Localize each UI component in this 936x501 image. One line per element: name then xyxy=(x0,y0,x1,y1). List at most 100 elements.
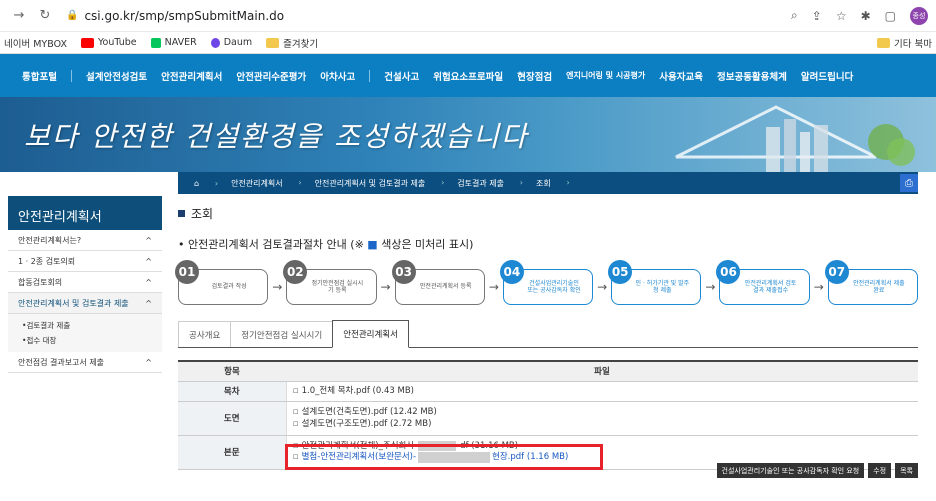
building-illustration xyxy=(675,105,915,172)
sidebar-item[interactable]: 합동검토회의 ^ xyxy=(8,272,162,293)
tab-bar: 공사개요 정기안전점검 실시시기 안전관리계획서 xyxy=(178,320,918,348)
process-step: 07 안전관리계획서 제출완료 xyxy=(824,260,919,305)
process-step: 04 건설사업관리기술인 또는 공사감독자 확인 xyxy=(499,260,594,305)
process-step: 01 검토결과 작성 xyxy=(175,260,269,305)
nav-item[interactable]: 통합포털 xyxy=(22,69,57,83)
sidebar-item[interactable]: 1 · 2종 검토의뢰 ^ xyxy=(8,251,162,272)
column-header: 파일 xyxy=(286,361,918,382)
home-icon[interactable]: ⌂ xyxy=(178,179,218,188)
arrow-icon: → xyxy=(813,280,824,294)
bookmark-mybox[interactable]: 네이버 MYBOX xyxy=(4,36,67,50)
folder-icon xyxy=(266,37,280,48)
process-steps: 01 검토결과 작성 → 02 정기안전점검 실시시기 등록 → 03 안전관리계획서… xyxy=(175,260,919,308)
breadcrumb: ⌂ 안전관리계획서 안전관리계획서 및 검토결과 제출 검토결과 제출 조회 ⎙ xyxy=(178,172,918,194)
table-row: 목차 1.0_전체 목차.pdf (0.43 MB) xyxy=(178,381,918,402)
arrow-icon: → xyxy=(272,280,283,294)
bookmarks-bar: 네이버 MYBOX YouTube NAVER Daum 즐겨찾기 기타 북마 xyxy=(0,32,936,54)
confirm-request-button[interactable]: 건설사업관리기술인 또는 공사감독자 확인 요청 xyxy=(716,463,865,478)
chevron-up-icon: ^ xyxy=(145,357,152,367)
banner-slogan: 보다 안전한 건설환경을 조성하겠습니다 xyxy=(24,120,529,153)
action-buttons: 건설사업관리기술인 또는 공사감독자 확인 요청 수정 목록 xyxy=(716,463,918,478)
nav-item[interactable]: 사용자교육 xyxy=(659,69,703,83)
nav-item[interactable]: 엔지니어링 및 시공평가 xyxy=(566,70,645,81)
nav-item[interactable]: 건설사고 xyxy=(384,69,419,83)
nav-divider xyxy=(70,69,72,82)
reload-icon[interactable]: ↻ xyxy=(34,5,56,27)
file-link[interactable]: 1.0_전체 목차.pdf (0.43 MB) xyxy=(293,385,913,397)
naver-icon xyxy=(150,37,161,48)
row-label: 도면 xyxy=(178,401,287,436)
process-subtitle: • 안전관리계획서 검토결과절차 안내 (※ ■ 색상은 미처리 표시) xyxy=(178,238,474,251)
chevron-up-icon: ^ xyxy=(145,277,152,287)
legend-square: ■ xyxy=(367,238,378,251)
row-label: 목차 xyxy=(178,381,287,402)
share-icon[interactable]: ⇪ xyxy=(812,9,822,23)
arrow-icon: → xyxy=(597,280,608,294)
nav-item[interactable]: 아차사고 xyxy=(320,69,355,83)
sidebar-item[interactable]: 안전점검 결과보고서 제출 ^ xyxy=(8,352,162,373)
browser-toolbar: → ↻ 🔒 csi.go.kr/smp/smpSubmitMain.do ⌕ ⇪… xyxy=(0,0,936,32)
process-step: 06 안전관리계획서 검토결과 제출접수 xyxy=(716,260,810,305)
nav-item[interactable]: 현장점검 xyxy=(517,69,552,83)
profile-avatar[interactable]: 종성 xyxy=(910,6,928,25)
print-icon[interactable]: ⎙ xyxy=(900,174,918,192)
process-step: 03 안전관리계획서 등록 xyxy=(391,260,485,305)
arrow-icon: → xyxy=(705,280,716,294)
nav-item[interactable]: 안전관리수준평가 xyxy=(236,69,306,83)
chevron-up-icon: ^ xyxy=(145,298,152,308)
chevron-up-icon: ^ xyxy=(145,256,152,266)
forward-icon[interactable]: → xyxy=(8,5,30,27)
address-bar[interactable]: 🔒 csi.go.kr/smp/smpSubmitMain.do xyxy=(66,4,791,28)
arrow-icon: → xyxy=(488,280,499,294)
nav-item[interactable]: 알려드립니다 xyxy=(801,69,853,83)
sidebar-item[interactable]: 안전관리계획서는? ^ xyxy=(8,230,162,251)
bookmark-daum[interactable]: Daum xyxy=(210,37,252,48)
nav-item[interactable]: 정보공동활용체계 xyxy=(717,69,787,83)
row-label: 본문 xyxy=(178,435,287,470)
nav-item[interactable]: 설계안전성검토 xyxy=(86,69,147,83)
edit-button[interactable]: 수정 xyxy=(868,463,892,478)
youtube-icon xyxy=(80,37,94,48)
bookmark-youtube[interactable]: YouTube xyxy=(80,37,137,48)
breadcrumb-item: 조회 xyxy=(520,178,569,189)
submenu-item[interactable]: • 검토결과 제출 xyxy=(22,318,162,333)
chevron-up-icon: ^ xyxy=(145,235,152,245)
breadcrumb-item[interactable]: 안전관리계획서 xyxy=(215,178,301,189)
bookmark-naver[interactable]: NAVER xyxy=(150,37,197,48)
zoom-icon[interactable]: ⌕ xyxy=(791,8,798,23)
list-button[interactable]: 목록 xyxy=(895,463,918,478)
tab-inspection-schedule[interactable]: 정기안전점검 실시시기 xyxy=(230,321,334,347)
sidepanel-icon[interactable]: ▢ xyxy=(885,9,896,23)
hero-banner: 보다 안전한 건설환경을 조성하겠습니다 xyxy=(0,97,936,172)
tab-safety-plan[interactable]: 안전관리계획서 xyxy=(332,320,409,348)
bookmark-star-icon[interactable]: ☆ xyxy=(836,9,847,23)
sidebar-submenu: • 검토결과 제출 • 접수 대장 xyxy=(8,314,162,352)
file-link[interactable]: 설계도면(건축도면).pdf (12.42 MB) xyxy=(293,406,913,418)
sidebar: 안전관리계획서 안전관리계획서는? ^ 1 · 2종 검토의뢰 ^ 합동검토회의 ^ … xyxy=(8,196,162,373)
bookmark-other[interactable]: 기타 북마 xyxy=(877,36,932,50)
sidebar-item-active[interactable]: 안전관리계획서 및 검토결과 제출 ^ xyxy=(8,293,162,314)
nav-item[interactable]: 위험요소프로파일 xyxy=(433,69,503,83)
url-text: csi.go.kr/smp/smpSubmitMain.do xyxy=(84,8,285,23)
tab-overview[interactable]: 공사개요 xyxy=(178,321,232,347)
process-step: 02 정기안전점검 실시시기 등록 xyxy=(283,260,377,305)
global-nav: 통합포털 설계안전성검토 안전관리계획서 안전관리수준평가 아차사고 건설사고 … xyxy=(0,54,936,97)
table-row: 도면 설계도면(건축도면).pdf (12.42 MB) 설계도면(구조도면).… xyxy=(178,401,918,436)
submenu-item[interactable]: • 접수 대장 xyxy=(22,333,162,348)
nav-item[interactable]: 안전관리계획서 xyxy=(161,69,222,83)
page-title: 조회 xyxy=(178,205,918,222)
breadcrumb-item[interactable]: 안전관리계획서 및 검토결과 제출 xyxy=(299,178,444,189)
file-link[interactable]: 설계도면(구조도면).pdf (2.72 MB) xyxy=(293,418,913,430)
column-header: 항목 xyxy=(178,361,286,382)
extensions-icon[interactable]: ✱ xyxy=(861,9,871,23)
bookmark-favorites[interactable]: 즐겨찾기 xyxy=(266,36,318,50)
nav-divider xyxy=(369,69,371,82)
daum-icon xyxy=(210,37,220,48)
lock-icon: 🔒 xyxy=(66,10,79,21)
files-table: 항목 파일 목차 1.0_전체 목차.pdf (0.43 MB) 도면 설계도면… xyxy=(178,360,918,470)
highlight-box xyxy=(284,443,603,470)
arrow-icon: → xyxy=(380,280,391,294)
process-step: 05 인 · 허가기관 및 발주청 제출 xyxy=(608,260,702,305)
breadcrumb-item[interactable]: 검토결과 제출 xyxy=(441,178,522,189)
main-content: 조회 • 안전관리계획서 검토결과절차 안내 (※ ■ 색상은 미처리 표시) … xyxy=(175,205,919,478)
